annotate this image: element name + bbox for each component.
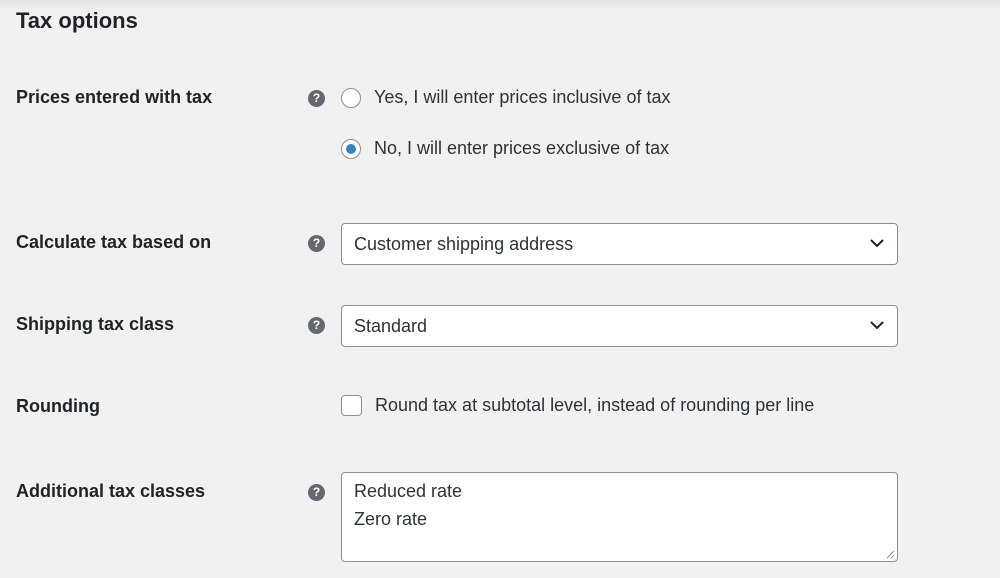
radio-exclusive-label: No, I will enter prices exclusive of tax bbox=[374, 138, 670, 158]
question-circle-icon[interactable]: ? bbox=[308, 484, 325, 501]
shipping-tax-class-label: Shipping tax class bbox=[16, 314, 175, 334]
radio-prices-exclusive[interactable]: No, I will enter prices exclusive of tax bbox=[341, 138, 669, 159]
chevron-down-icon bbox=[870, 321, 884, 330]
top-shadow bbox=[0, 0, 1000, 12]
tax-options-page: Tax options Prices entered with tax ? Ye… bbox=[0, 0, 1000, 578]
prices-entered-with-tax-label: Prices entered with tax bbox=[16, 87, 213, 107]
rounding-checkbox-row[interactable]: Round tax at subtotal level, instead of … bbox=[341, 395, 814, 416]
question-circle-icon[interactable]: ? bbox=[308, 235, 325, 252]
calculate-tax-selected-value: Customer shipping address bbox=[354, 234, 574, 254]
tax-class-line: Reduced rate bbox=[354, 481, 463, 501]
additional-tax-classes-label: Additional tax classes bbox=[16, 481, 206, 501]
resize-handle-icon[interactable] bbox=[885, 549, 895, 559]
question-circle-icon[interactable]: ? bbox=[308, 317, 325, 334]
shipping-tax-class-selected-value: Standard bbox=[354, 316, 428, 336]
rounding-checkbox-label: Round tax at subtotal level, instead of … bbox=[375, 395, 815, 415]
radio-inclusive-input[interactable] bbox=[341, 87, 361, 108]
rounding-checkbox[interactable] bbox=[341, 395, 362, 416]
tax-class-line: Zero rate bbox=[354, 509, 428, 529]
rounding-label: Rounding bbox=[16, 396, 100, 416]
shipping-tax-class-select[interactable]: Standard bbox=[341, 305, 898, 347]
calculate-tax-based-on-label: Calculate tax based on bbox=[16, 232, 212, 252]
radio-prices-inclusive[interactable]: Yes, I will enter prices inclusive of ta… bbox=[341, 87, 670, 108]
additional-tax-classes-textarea[interactable]: Reduced rate Zero rate bbox=[341, 472, 898, 562]
radio-exclusive-input[interactable] bbox=[341, 138, 361, 159]
page-title: Tax options bbox=[16, 8, 138, 33]
chevron-down-icon bbox=[870, 239, 884, 248]
question-circle-icon[interactable]: ? bbox=[308, 90, 325, 107]
calculate-tax-based-on-select[interactable]: Customer shipping address bbox=[341, 223, 898, 265]
radio-inclusive-label: Yes, I will enter prices inclusive of ta… bbox=[374, 87, 671, 107]
